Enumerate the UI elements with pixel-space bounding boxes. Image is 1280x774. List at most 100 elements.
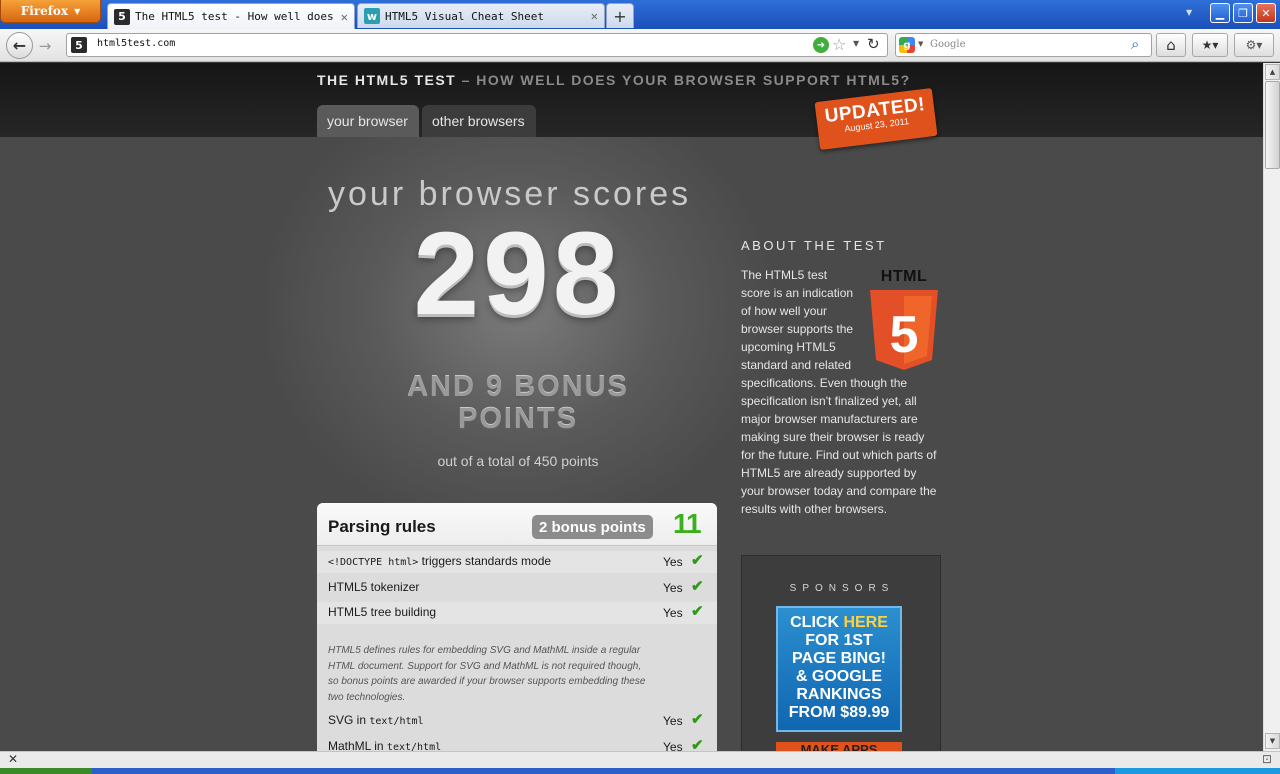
sponsors-box: SPONSORS CLICK HERE FOR 1ST PAGE BING! &… <box>741 555 941 751</box>
html5-logo: HTML 5 <box>868 268 940 372</box>
resize-grip-icon[interactable]: ⊡ <box>1262 752 1272 766</box>
scroll-down-icon[interactable]: ▼ <box>1265 733 1280 749</box>
close-tab-icon[interactable]: ✕ <box>591 9 598 23</box>
page-content: THE HTML5 TEST – HOW WELL DOES YOUR BROW… <box>0 63 1263 751</box>
site-title-sub: – HOW WELL DOES YOUR BROWSER SUPPORT HTM… <box>456 72 911 88</box>
chevron-down-icon: ▼ <box>74 6 81 16</box>
row-text: SVG in <box>328 713 370 727</box>
sponsors-title: SPONSORS <box>789 583 895 594</box>
home-button[interactable]: ⌂ <box>1156 33 1186 57</box>
arrow-right-icon: → <box>38 37 52 55</box>
row-text: MathML in <box>328 739 387 751</box>
bookmark-star-icon[interactable]: ☆ <box>832 35 846 54</box>
ad-line: FOR 1ST <box>805 632 873 649</box>
ad-line: FROM $89.99 <box>788 704 890 721</box>
search-input[interactable]: Google <box>930 39 966 50</box>
close-tab-icon[interactable]: ✕ <box>341 10 348 24</box>
magnifier-icon[interactable]: ⌕ <box>1131 35 1139 53</box>
tab-other-browsers[interactable]: other browsers <box>422 105 536 137</box>
checkmark-icon: ✔ <box>691 552 704 569</box>
firefox-menu-button[interactable]: Firefox ▼ <box>0 0 101 23</box>
addon-icon: ⚙▾ <box>1245 38 1263 52</box>
row-label: HTML5 tree building <box>328 605 437 619</box>
list-all-tabs-icon[interactable]: ▼ <box>1186 8 1192 17</box>
firefox-menu-label: Firefox <box>20 4 69 18</box>
ad-banner[interactable]: CLICK HERE FOR 1ST PAGE BING! & GOOGLE R… <box>776 606 902 732</box>
restore-icon: ❐ <box>1238 6 1248 20</box>
engine-dropdown-icon[interactable]: ▼ <box>918 40 923 48</box>
scrollbar-thumb[interactable] <box>1265 81 1280 169</box>
close-addon-bar-icon[interactable]: ✕ <box>8 752 18 766</box>
row-result: Yes <box>663 740 683 751</box>
row-text: triggers standards mode <box>418 554 552 568</box>
bonus-line-2: POINTS <box>458 403 578 435</box>
addon-bar: ✕ ⊡ <box>0 751 1280 768</box>
bonus-points-badge: 2 bonus points <box>532 515 653 539</box>
table-row: HTML5 tree building Yes ✔ <box>317 602 717 624</box>
bookmarks-button[interactable]: ★▾ <box>1192 33 1228 57</box>
forward-button[interactable]: → <box>34 36 56 56</box>
site-favicon-icon: 5 <box>71 37 87 53</box>
tab-title: The HTML5 test - How well does y… <box>135 10 336 23</box>
tab-favicon-icon: w <box>364 8 380 24</box>
close-window-button[interactable]: ✕ <box>1256 3 1276 23</box>
html5-logo-word: HTML <box>880 268 928 285</box>
site-title: THE HTML5 TEST – HOW WELL DOES YOUR BROW… <box>317 72 911 88</box>
row-code: <!DOCTYPE html> <box>328 557 419 568</box>
taskbar-strip <box>0 768 1280 774</box>
site-header: THE HTML5 TEST – HOW WELL DOES YOUR BROW… <box>0 63 1263 137</box>
row-label: SVG in text/html <box>328 713 424 727</box>
about-title: ABOUT THE TEST <box>741 238 887 253</box>
url-text[interactable]: html5test.com <box>97 38 175 49</box>
restore-button[interactable]: ❐ <box>1233 3 1253 23</box>
site-title-main: THE HTML5 TEST <box>317 72 457 88</box>
navigation-toolbar: ← → 5 html5test.com ➜ ☆ ▼ ↻ g ▼ Google ⌕… <box>0 29 1280 62</box>
row-label: HTML5 tokenizer <box>328 580 420 594</box>
ad-highlight: HERE <box>843 614 888 631</box>
table-row: SVG in text/html Yes ✔ <box>317 710 717 732</box>
checkmark-icon: ✔ <box>691 603 704 620</box>
bonus-points-text: AND 9 BONUS POINTS <box>318 371 718 435</box>
addon-button[interactable]: ⚙▾ <box>1234 33 1274 57</box>
ad-line: CLICK <box>790 614 844 631</box>
tab-html5test[interactable]: 5 The HTML5 test - How well does y… ✕ <box>107 3 355 29</box>
row-code: text/html <box>369 716 424 727</box>
row-result: Yes <box>663 581 683 595</box>
go-icon[interactable]: ➜ <box>813 37 829 53</box>
ad-line: & GOOGLE <box>795 668 883 685</box>
row-result: Yes <box>663 714 683 728</box>
checkmark-icon: ✔ <box>691 737 704 751</box>
row-code: text/html <box>386 742 442 751</box>
tab-cheat-sheet[interactable]: w HTML5 Visual Cheat Sheet ✕ <box>357 3 605 28</box>
tab-title: HTML5 Visual Cheat Sheet <box>385 9 544 23</box>
back-button[interactable]: ← <box>6 32 33 59</box>
row-label: <!DOCTYPE html> triggers standards mode <box>328 554 551 568</box>
address-bar[interactable]: 5 html5test.com ➜ ☆ ▼ ↻ <box>66 33 888 57</box>
vertical-scrollbar[interactable]: ▲ ▼ <box>1263 63 1280 751</box>
table-row: <!DOCTYPE html> triggers standards mode … <box>317 551 717 573</box>
google-engine-icon[interactable]: g <box>899 37 915 53</box>
tab-your-browser[interactable]: your browser <box>317 105 419 137</box>
total-points-text: out of a total of 450 points <box>437 453 599 469</box>
bookmarks-icon: ★▾ <box>1201 38 1219 52</box>
plus-icon: + <box>613 6 627 26</box>
arrow-left-icon: ← <box>12 36 27 55</box>
checkmark-icon: ✔ <box>691 578 704 595</box>
close-icon: ✕ <box>1261 6 1271 20</box>
new-tab-button[interactable]: + <box>606 3 634 28</box>
ad-banner-2[interactable]: MAKE APPS <box>776 742 902 751</box>
home-icon: ⌂ <box>1166 36 1176 54</box>
minimize-icon: ▁ <box>1215 6 1225 20</box>
reload-icon[interactable]: ↻ <box>867 35 880 53</box>
history-dropdown-icon[interactable]: ▼ <box>853 39 859 48</box>
table-row: MathML in text/html Yes ✔ <box>317 736 717 751</box>
row-label: MathML in text/html <box>328 739 441 751</box>
html5-logo-number: 5 <box>890 306 919 364</box>
minimize-button[interactable]: ▁ <box>1210 3 1230 23</box>
scroll-up-icon[interactable]: ▲ <box>1265 64 1280 80</box>
card-header: Parsing rules 2 bonus points 11 <box>317 503 717 546</box>
search-bar[interactable]: g ▼ Google ⌕ <box>895 33 1152 57</box>
tab-favicon-icon: 5 <box>114 8 130 25</box>
parsing-note: HTML5 defines rules for embedding SVG an… <box>328 645 646 703</box>
ad-line: PAGE BING! <box>792 650 886 667</box>
